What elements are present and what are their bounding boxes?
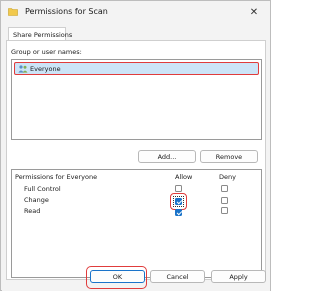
list-item-everyone[interactable]: Everyone — [14, 62, 259, 75]
change-deny-checkbox[interactable] — [221, 197, 228, 204]
cancel-button[interactable]: Cancel — [150, 270, 205, 283]
ok-button[interactable]: OK — [90, 270, 145, 283]
permission-full-control: Full Control — [24, 185, 61, 193]
folder-icon — [8, 7, 18, 16]
read-deny-checkbox[interactable] — [221, 207, 228, 214]
add-button[interactable]: Add... — [138, 150, 196, 163]
window-title: Permissions for Scan — [25, 7, 108, 16]
permissions-dialog: Permissions for Scan ✕ Share Permissions… — [0, 0, 271, 291]
list-item-label: Everyone — [30, 65, 61, 73]
group-user-list[interactable]: Everyone — [11, 59, 262, 140]
remove-button[interactable]: Remove — [200, 150, 258, 163]
close-icon[interactable]: ✕ — [242, 4, 266, 20]
apply-button[interactable]: Apply — [211, 270, 266, 283]
permissions-header: Permissions for Everyone — [15, 173, 98, 181]
dialog-body: Share Permissions Group or user names: E… — [2, 23, 270, 291]
permission-change: Change — [24, 196, 49, 204]
allow-column-header: Allow — [175, 173, 193, 181]
full-control-allow-checkbox[interactable] — [175, 185, 182, 192]
title-bar: Permissions for Scan ✕ — [1, 1, 270, 23]
tab-share-permissions[interactable]: Share Permissions — [8, 27, 72, 41]
permission-read: Read — [24, 207, 41, 215]
change-allow-highlight — [170, 193, 187, 210]
group-users-icon — [18, 65, 28, 73]
group-names-label: Group or user names: — [11, 48, 82, 56]
read-allow-checkbox[interactable] — [175, 209, 182, 216]
full-control-deny-checkbox[interactable] — [221, 185, 228, 192]
deny-column-header: Deny — [219, 173, 236, 181]
